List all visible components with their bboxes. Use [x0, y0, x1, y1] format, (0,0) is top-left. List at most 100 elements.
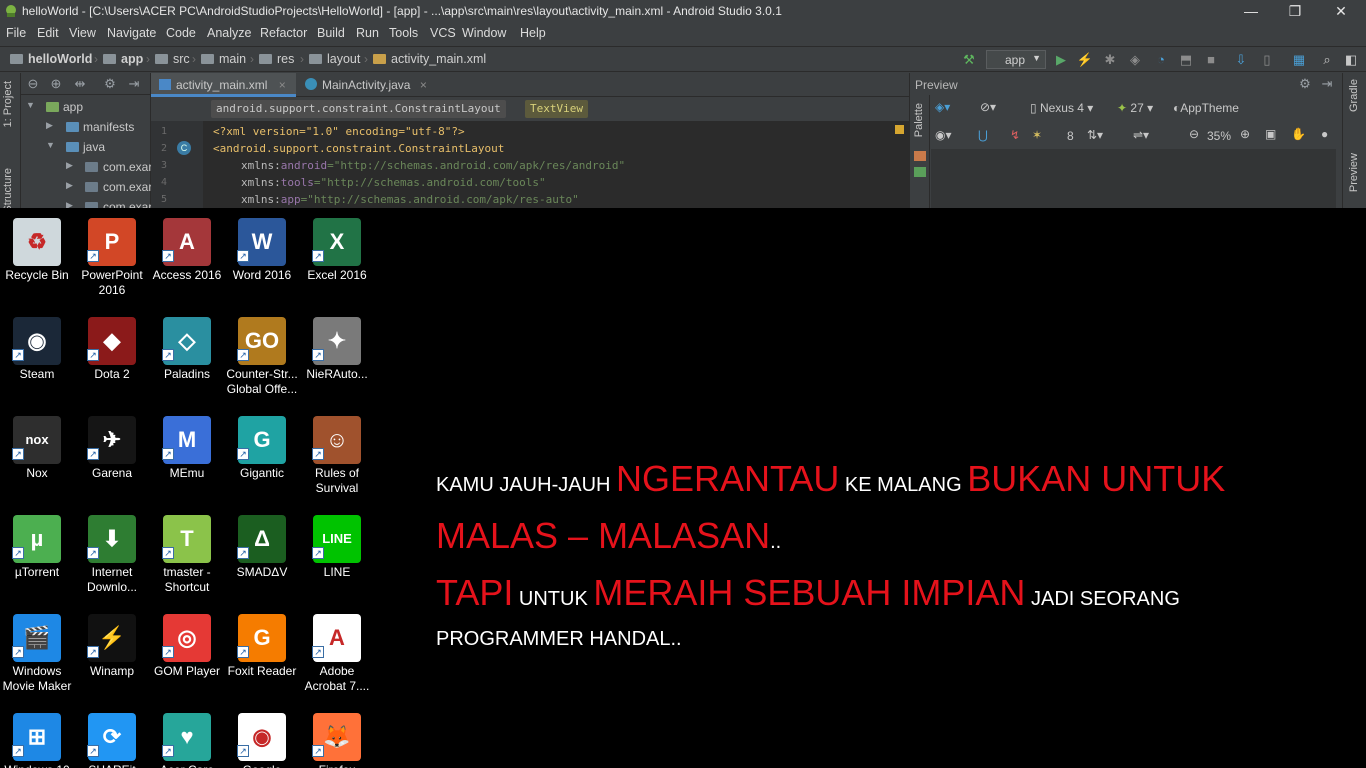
menu-file[interactable]: File [6, 26, 26, 40]
crumb-main[interactable]: main [201, 52, 246, 66]
zoom-fit-icon[interactable]: ▣ [1265, 127, 1276, 141]
warning-icon[interactable]: ● [1321, 127, 1328, 141]
menu-view[interactable]: View [69, 26, 96, 40]
crumb-project[interactable]: helloWorld [10, 52, 92, 66]
gradle-tool-tab[interactable]: Gradle [1348, 79, 1360, 112]
desktop-icon[interactable]: Δ ↗ SMADΔV [225, 507, 299, 603]
desktop-icon[interactable]: ◇ ↗ Paladins [150, 309, 224, 405]
sync-gradle-icon[interactable]: ⇩ [1232, 51, 1250, 69]
close-tab-icon[interactable]: × [279, 78, 286, 92]
class-gutter-icon[interactable]: C [177, 141, 191, 155]
code-area[interactable]: <?xml version="1.0" encoding="utf-8"?> <… [203, 121, 909, 208]
desktop-icon[interactable]: W ↗ Word 2016 [225, 210, 299, 306]
gear-icon[interactable]: ⚙ [101, 75, 119, 93]
crumb-constraint-layout[interactable]: android.support.constraint.ConstraintLay… [211, 100, 506, 118]
desktop-icon[interactable]: A ↗ Adobe Acrobat 7.... [300, 606, 374, 702]
crumb-res[interactable]: res [259, 52, 294, 66]
desktop-icon[interactable]: ⟳↗SHAREit [75, 705, 149, 768]
tree-item-package[interactable]: ▶ com.exar [21, 197, 151, 208]
desktop-icon[interactable]: T ↗ tmaster - Shortcut [150, 507, 224, 603]
crumb-textview[interactable]: TextView [525, 100, 588, 118]
desktop-icon[interactable]: P ↗ PowerPoint 2016 [75, 210, 149, 306]
avd-manager-icon[interactable]: ▯ [1258, 51, 1276, 69]
palette-widget-icon[interactable] [914, 151, 926, 161]
split-icon[interactable]: ⇹ [71, 75, 89, 93]
desktop-icon[interactable]: 🦊↗Firefox [300, 705, 374, 768]
tree-item-package[interactable]: ▶ com.exar [21, 157, 151, 177]
menu-code[interactable]: Code [166, 26, 196, 40]
menu-refactor[interactable]: Refactor [260, 26, 307, 40]
desktop-icon[interactable]: 🎬 ↗ Windows Movie Maker [0, 606, 74, 702]
maximize-button[interactable]: ❐ [1272, 0, 1318, 23]
attach-process-icon[interactable]: ⬒ [1177, 51, 1195, 69]
desktop-icon[interactable]: ◆ ↗ Dota 2 [75, 309, 149, 405]
tab-activity-main[interactable]: activity_main.xml × [151, 73, 296, 97]
tab-main-activity[interactable]: MainActivity.java × [297, 73, 437, 97]
project-structure-icon[interactable]: ▦ [1290, 51, 1308, 69]
attach-debugger-icon[interactable]: ◈ [1126, 51, 1144, 69]
desktop-icon[interactable]: GO ↗ Counter-Str... Global Offe... [225, 309, 299, 405]
desktop-icon[interactable]: ◉↗Google [225, 705, 299, 768]
debug-icon[interactable]: ✱ [1101, 51, 1119, 69]
pack-icon[interactable]: ⇅▾ [1087, 128, 1103, 142]
default-margin[interactable]: 8 [1067, 129, 1074, 143]
structure-tool-tab[interactable]: Structure [2, 168, 14, 208]
apply-changes-icon[interactable]: ⚡ [1076, 51, 1094, 69]
menu-edit[interactable]: Edit [37, 26, 59, 40]
tree-item-package[interactable]: ▶ com.exar [21, 177, 151, 197]
desktop-icon[interactable]: ⊞↗Windows 10 [0, 705, 74, 768]
magnet-icon[interactable]: ⋃ [978, 128, 988, 142]
desktop-icon[interactable]: X ↗ Excel 2016 [300, 210, 374, 306]
zoom-in-icon[interactable]: ⊕ [1240, 127, 1250, 141]
tree-item-manifests[interactable]: ▶ manifests [21, 117, 151, 137]
eye-icon[interactable]: ◉▾ [935, 128, 952, 142]
desktop-icon[interactable]: A ↗ Access 2016 [150, 210, 224, 306]
run-config-select[interactable]: app ▼ [986, 50, 1046, 69]
project-tool-tab[interactable]: 1: Project [2, 81, 14, 127]
menu-tools[interactable]: Tools [389, 26, 418, 40]
palette-widget-icon[interactable] [914, 167, 926, 177]
desktop-icon[interactable]: ◉ ↗ Steam [0, 309, 74, 405]
desktop-icon[interactable]: M ↗ MEmu [150, 408, 224, 504]
align-icon[interactable]: ⇌▾ [1133, 128, 1149, 142]
crumb-file[interactable]: activity_main.xml [373, 52, 486, 66]
desktop-icon[interactable]: G ↗ Foxit Reader [225, 606, 299, 702]
api-select[interactable]: ✦ 27 ▾ [1117, 101, 1153, 115]
stop-icon[interactable]: ■ [1202, 51, 1220, 69]
crumb-src[interactable]: src [155, 52, 190, 66]
desktop-icon[interactable]: ⚡ ↗ Winamp [75, 606, 149, 702]
orientation-icon[interactable]: ⊘▾ [980, 100, 996, 114]
layout-toggle-icon[interactable]: ◧ [1342, 51, 1360, 69]
desktop-icon[interactable]: ♻ Recycle Bin [0, 210, 74, 306]
clear-constraints-icon[interactable]: ↯ [1010, 128, 1020, 142]
desktop-icon[interactable]: G ↗ Gigantic [225, 408, 299, 504]
desktop-icon[interactable]: ◎ ↗ GOM Player [150, 606, 224, 702]
desktop-icon[interactable]: ⬇ ↗ Internet Downlo... [75, 507, 149, 603]
menu-analyze[interactable]: Analyze [207, 26, 251, 40]
hide-panel-icon[interactable]: ⇥ [125, 75, 143, 93]
close-tab-icon[interactable]: × [420, 78, 427, 92]
menu-build[interactable]: Build [317, 26, 345, 40]
preview-tool-tab[interactable]: Preview [1348, 153, 1360, 192]
collapse-icon[interactable]: ⊖ [24, 75, 42, 93]
warning-marker-icon[interactable] [895, 125, 904, 134]
theme-select[interactable]: ◐AppTheme [1173, 101, 1239, 115]
desktop-icon[interactable]: µ ↗ µTorrent [0, 507, 74, 603]
tree-item-java[interactable]: ▼ java [21, 137, 151, 157]
pan-hand-icon[interactable]: ✋ [1291, 127, 1306, 141]
desktop-icon[interactable]: ✈ ↗ Garena [75, 408, 149, 504]
menu-navigate[interactable]: Navigate [107, 26, 156, 40]
desktop-icon[interactable]: nox ↗ Nox [0, 408, 74, 504]
gear-icon[interactable]: ⚙ [1296, 75, 1314, 93]
menu-run[interactable]: Run [356, 26, 379, 40]
menu-vcs[interactable]: VCS [430, 26, 456, 40]
desktop-icon[interactable]: LINE ↗ LINE [300, 507, 374, 603]
desktop-icon[interactable]: ✦ ↗ NieRAuto... [300, 309, 374, 405]
run-icon[interactable]: ▶ [1052, 51, 1070, 69]
menu-window[interactable]: Window [462, 26, 506, 40]
target-icon[interactable]: ⊕ [47, 75, 65, 93]
desktop-icon[interactable]: ☺ ↗ Rules of Survival [300, 408, 374, 504]
menu-help[interactable]: Help [520, 26, 546, 40]
device-select[interactable]: ▯ Nexus 4 ▾ [1030, 101, 1093, 115]
desktop-icon[interactable]: ♥↗Acer Care [150, 705, 224, 768]
